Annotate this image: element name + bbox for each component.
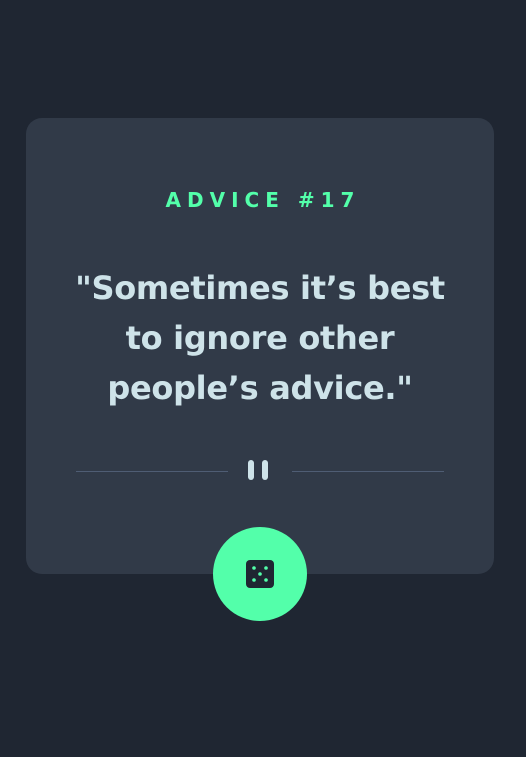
pause-bar-right — [262, 460, 268, 480]
dice-icon — [246, 560, 274, 588]
advice-quote: "Sometimes it’s best to ignore other peo… — [75, 269, 445, 407]
advice-id: ADVICE #17 — [165, 188, 361, 212]
advice-card: ADVICE #17 "Sometimes it’s best to ignor… — [26, 118, 494, 574]
divider — [76, 458, 444, 482]
divider-line-right — [292, 471, 444, 472]
generate-advice-button[interactable] — [213, 527, 307, 621]
pause-bar-left — [248, 460, 254, 480]
divider-line-left — [76, 471, 228, 472]
pause-icon — [248, 460, 274, 480]
page: ADVICE #17 "Sometimes it’s best to ignor… — [0, 0, 526, 757]
